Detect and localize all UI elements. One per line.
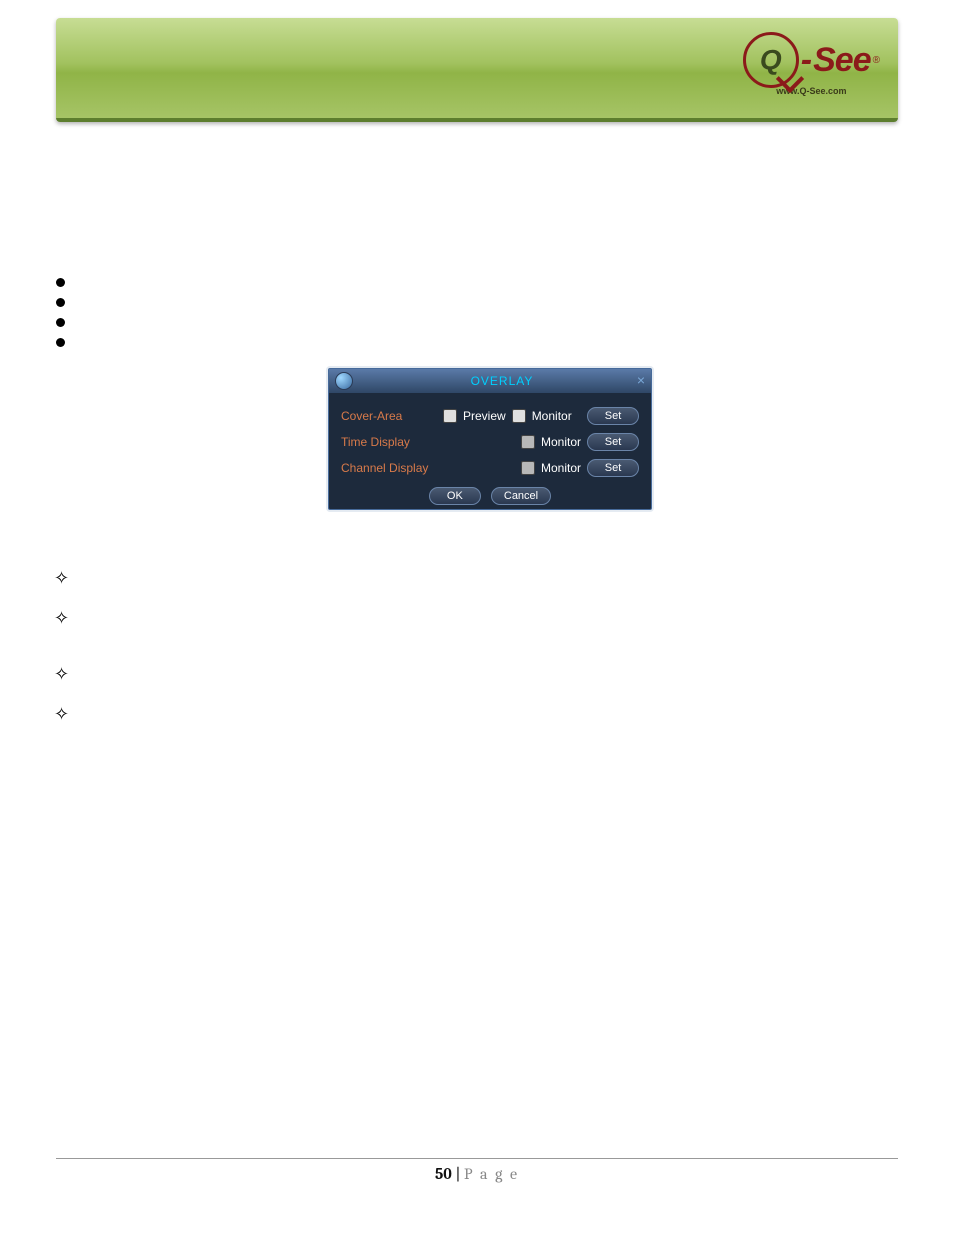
monitor-checkbox[interactable] — [521, 461, 535, 475]
logo-registered: ® — [873, 55, 880, 66]
overlay-row-time-display: Time Display Monitor Set — [341, 429, 639, 455]
set-button[interactable]: Set — [587, 433, 639, 451]
logo-url: www.Q-See.com — [743, 86, 880, 96]
page-banner: Q - See ® www.Q-See.com — [56, 18, 898, 122]
monitor-checkbox-label: Monitor — [541, 461, 581, 475]
logo-row: Q - See ® — [743, 32, 880, 88]
cancel-button[interactable]: Cancel — [491, 487, 551, 505]
preview-checkbox[interactable] — [443, 409, 457, 423]
overlay-dialog: OVERLAY × Cover-Area Preview Monitor Set… — [328, 368, 652, 510]
overlay-title: OVERLAY — [353, 374, 651, 388]
cover-area-label: Cover-Area — [341, 409, 437, 423]
monitor-checkbox[interactable] — [512, 409, 526, 423]
logo-see: See — [813, 41, 871, 80]
logo-dash: - — [801, 41, 811, 80]
time-display-label: Time Display — [341, 435, 437, 449]
preview-checkbox-label: Preview — [463, 409, 506, 423]
overlay-row-cover-area: Cover-Area Preview Monitor Set — [341, 403, 639, 429]
footer-sep: | — [452, 1165, 464, 1183]
logo-q-letter: Q — [760, 44, 782, 76]
channel-display-label: Channel Display — [341, 461, 437, 475]
footer-word: P a g e — [464, 1165, 519, 1183]
overlay-row-channel-display: Channel Display Monitor Set — [341, 455, 639, 481]
page-footer: 50 | P a g e — [56, 1158, 898, 1183]
overlay-app-icon — [335, 372, 353, 390]
monitor-checkbox-label: Monitor — [532, 409, 572, 423]
page-number: 50 — [435, 1165, 452, 1183]
overlay-body: Cover-Area Preview Monitor Set Time Disp… — [329, 393, 651, 513]
set-button[interactable]: Set — [587, 459, 639, 477]
overlay-titlebar: OVERLAY × — [329, 369, 651, 393]
ok-button[interactable]: OK — [429, 487, 481, 505]
logo-q-icon: Q — [743, 32, 799, 88]
close-icon[interactable]: × — [637, 372, 645, 388]
monitor-checkbox-label: Monitor — [541, 435, 581, 449]
monitor-checkbox[interactable] — [521, 435, 535, 449]
brand-logo: Q - See ® www.Q-See.com — [743, 32, 880, 96]
overlay-footer: OK Cancel — [341, 487, 639, 505]
set-button[interactable]: Set — [587, 407, 639, 425]
